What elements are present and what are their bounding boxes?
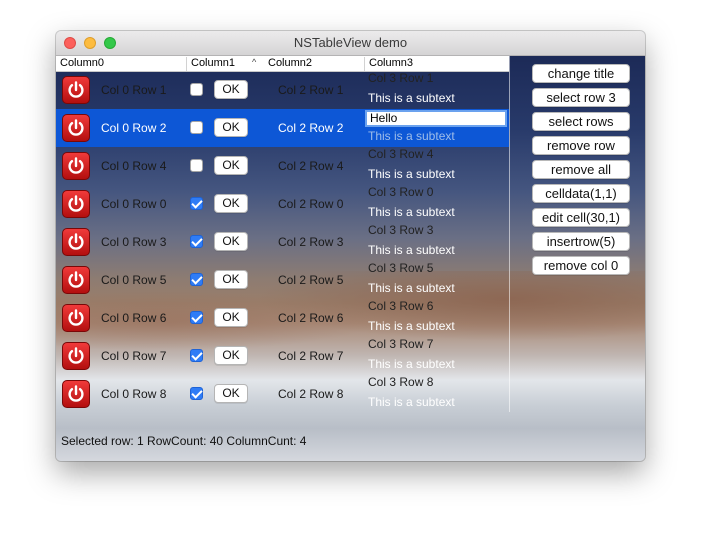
window-title: NSTableView demo bbox=[293, 35, 408, 50]
power-button-icon[interactable] bbox=[62, 114, 90, 142]
row-checkbox[interactable] bbox=[190, 83, 203, 96]
remove-col-0-button[interactable]: remove col 0 bbox=[532, 256, 630, 275]
cell-column2: Col 2 Row 2 bbox=[278, 121, 344, 135]
table-row[interactable]: Col 0 Row 5 OK Col 2 Row 5 Col 3 Row 5 This … bbox=[56, 261, 509, 299]
celldata-button[interactable]: celldata(1,1) bbox=[532, 184, 630, 203]
cell-column0: Col 0 Row 5 bbox=[101, 273, 167, 287]
row-checkbox[interactable] bbox=[190, 387, 203, 400]
cell-column0: Col 0 Row 8 bbox=[101, 387, 167, 401]
cell-column3-subtext: This is a subtext bbox=[368, 281, 455, 295]
table-row[interactable]: Col 0 Row 2 OK Col 2 Row 2 Hello This is a s… bbox=[56, 109, 509, 147]
cell-column0: Col 0 Row 6 bbox=[101, 311, 167, 325]
table-header: Column0 Column1 ^ Column2 Column3 bbox=[56, 56, 509, 72]
cell-column2: Col 2 Row 4 bbox=[278, 159, 344, 173]
cell-column3-title: Col 3 Row 7 bbox=[368, 337, 434, 351]
table-row[interactable]: Col 0 Row 4 OK Col 2 Row 4 Col 3 Row 4 This … bbox=[56, 147, 509, 185]
ok-button[interactable]: OK bbox=[214, 232, 248, 251]
cell-column3-title: Col 3 Row 8 bbox=[368, 375, 434, 389]
cell-column3-subtext: This is a subtext bbox=[368, 129, 455, 143]
cell-column2: Col 2 Row 3 bbox=[278, 235, 344, 249]
row-checkbox[interactable] bbox=[190, 121, 203, 134]
table-row[interactable]: Col 0 Row 8 OK Col 2 Row 8 Col 3 Row 8 This … bbox=[56, 375, 509, 412]
cell-column3-title: Col 3 Row 4 bbox=[368, 147, 434, 161]
row-checkbox[interactable] bbox=[190, 235, 203, 248]
ok-button[interactable]: OK bbox=[214, 194, 248, 213]
title-bar[interactable]: NSTableView demo bbox=[56, 31, 645, 56]
row-checkbox[interactable] bbox=[190, 159, 203, 172]
cell-column0: Col 0 Row 7 bbox=[101, 349, 167, 363]
ok-button[interactable]: OK bbox=[214, 384, 248, 403]
row-checkbox[interactable] bbox=[190, 349, 203, 362]
column-header-2[interactable]: Column2 bbox=[264, 57, 364, 71]
power-button-icon[interactable] bbox=[62, 228, 90, 256]
table-row[interactable]: Col 0 Row 3 OK Col 2 Row 3 Col 3 Row 3 This … bbox=[56, 223, 509, 261]
edit-cell-button[interactable]: edit cell(30,1) bbox=[532, 208, 630, 227]
row-checkbox[interactable] bbox=[190, 273, 203, 286]
cell-column3-title: Col 3 Row 5 bbox=[368, 261, 434, 275]
cell-column0: Col 0 Row 4 bbox=[101, 159, 167, 173]
row-checkbox[interactable] bbox=[190, 197, 203, 210]
column-header-3[interactable]: Column3 bbox=[364, 57, 509, 71]
ok-button[interactable]: OK bbox=[214, 346, 248, 365]
power-button-icon[interactable] bbox=[62, 266, 90, 294]
cell-column3-subtext: This is a subtext bbox=[368, 167, 455, 181]
power-button-icon[interactable] bbox=[62, 380, 90, 408]
cell-column0: Col 0 Row 0 bbox=[101, 197, 167, 211]
app-window: NSTableView demo Column0 Column1 ^ Colum… bbox=[56, 31, 645, 461]
table-row[interactable]: Col 0 Row 1 OK Col 2 Row 1 Col 3 Row 1 This … bbox=[56, 71, 509, 109]
power-button-icon[interactable] bbox=[62, 342, 90, 370]
ok-button[interactable]: OK bbox=[214, 80, 248, 99]
cell-column3-subtext: This is a subtext bbox=[368, 319, 455, 333]
cell-column2: Col 2 Row 0 bbox=[278, 197, 344, 211]
cell-column3-subtext: This is a subtext bbox=[368, 395, 455, 409]
cell-column3-subtext: This is a subtext bbox=[368, 205, 455, 219]
power-button-icon[interactable] bbox=[62, 304, 90, 332]
cell-column2: Col 2 Row 8 bbox=[278, 387, 344, 401]
cell-column2: Col 2 Row 6 bbox=[278, 311, 344, 325]
cell-column3-subtext: This is a subtext bbox=[368, 243, 455, 257]
remove-all-button[interactable]: remove all bbox=[532, 160, 630, 179]
insertrow-button[interactable]: insertrow(5) bbox=[532, 232, 630, 251]
remove-row-button[interactable]: remove row bbox=[532, 136, 630, 155]
cell-column0: Col 0 Row 3 bbox=[101, 235, 167, 249]
column-header-0[interactable]: Column0 bbox=[56, 57, 186, 71]
ok-button[interactable]: OK bbox=[214, 156, 248, 175]
select-row-3-button[interactable]: select row 3 bbox=[532, 88, 630, 107]
cell-column3-title: Col 3 Row 3 bbox=[368, 223, 434, 237]
cell-column3-title: Col 3 Row 6 bbox=[368, 299, 434, 313]
ok-button[interactable]: OK bbox=[214, 270, 248, 289]
power-button-icon[interactable] bbox=[62, 190, 90, 218]
table-row[interactable]: Col 0 Row 6 OK Col 2 Row 6 Col 3 Row 6 This … bbox=[56, 299, 509, 337]
status-label: Selected row: 1 RowCount: 40 ColumnCunt:… bbox=[61, 434, 307, 448]
split-divider[interactable] bbox=[509, 56, 510, 412]
cell-column2: Col 2 Row 1 bbox=[278, 83, 344, 97]
cell-column0: Col 0 Row 2 bbox=[101, 121, 167, 135]
table-row[interactable]: Col 0 Row 7 OK Col 2 Row 7 Col 3 Row 7 This … bbox=[56, 337, 509, 375]
window-content: Column0 Column1 ^ Column2 Column3 Col 0 … bbox=[56, 56, 645, 461]
table-row[interactable]: Col 0 Row 0 OK Col 2 Row 0 Col 3 Row 0 This … bbox=[56, 185, 509, 223]
change-title-button[interactable]: change title bbox=[532, 64, 630, 83]
cell-column3-subtext: This is a subtext bbox=[368, 357, 455, 371]
cell-column3-title: Col 3 Row 0 bbox=[368, 185, 434, 199]
cell-column2: Col 2 Row 7 bbox=[278, 349, 344, 363]
power-button-icon[interactable] bbox=[62, 76, 90, 104]
select-rows-button[interactable]: select rows bbox=[532, 112, 630, 131]
ok-button[interactable]: OK bbox=[214, 118, 248, 137]
cell-edit-field[interactable]: Hello bbox=[365, 110, 507, 127]
sort-ascending-icon: ^ bbox=[252, 57, 257, 67]
row-checkbox[interactable] bbox=[190, 311, 203, 324]
cell-column2: Col 2 Row 5 bbox=[278, 273, 344, 287]
power-button-icon[interactable] bbox=[62, 152, 90, 180]
cell-column0: Col 0 Row 1 bbox=[101, 83, 167, 97]
table-view[interactable]: Column0 Column1 ^ Column2 Column3 Col 0 … bbox=[56, 56, 509, 412]
cell-column3-title: Col 3 Row 1 bbox=[368, 71, 434, 85]
cell-column3-subtext: This is a subtext bbox=[368, 91, 455, 105]
ok-button[interactable]: OK bbox=[214, 308, 248, 327]
